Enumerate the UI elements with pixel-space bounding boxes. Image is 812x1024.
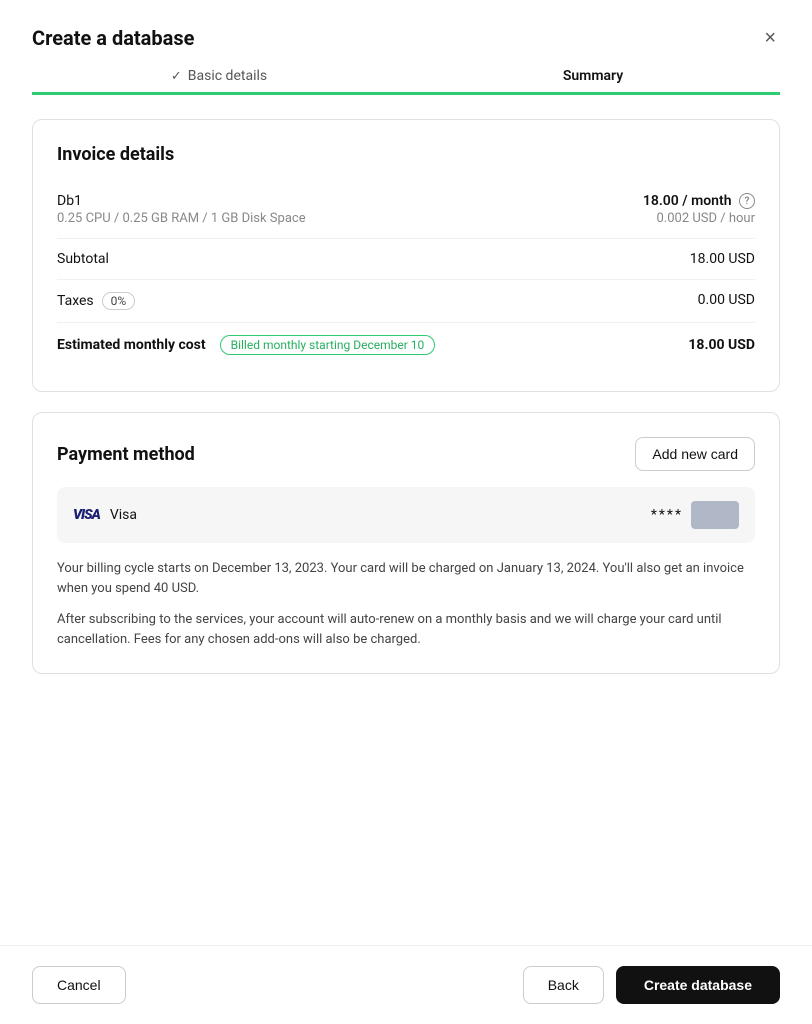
step-basic-details: ✓ Basic details	[32, 68, 406, 84]
db-price: 18.00 / month ?	[643, 193, 755, 209]
estimated-value: 18.00 USD	[688, 337, 755, 353]
estimated-row: Estimated monthly cost Billed monthly st…	[57, 322, 755, 367]
subtotal-value: 18.00 USD	[690, 251, 755, 267]
close-button[interactable]: ×	[760, 24, 780, 52]
taxes-value: 0.00 USD	[698, 292, 755, 308]
auto-renew-note: After subscribing to the services, your …	[57, 610, 755, 649]
db-name: Db1	[57, 193, 306, 209]
visa-logo: VISA	[73, 507, 100, 523]
db-hourly: 0.002 USD / hour	[643, 211, 755, 226]
add-card-button[interactable]: Add new card	[635, 437, 755, 471]
step1-check-icon: ✓	[171, 69, 182, 84]
card-item-left: VISA Visa	[73, 507, 137, 523]
card-label: Visa	[110, 507, 137, 523]
invoice-db-right: 18.00 / month ? 0.002 USD / hour	[643, 193, 755, 226]
footer-left: Cancel	[32, 966, 126, 1004]
create-database-button[interactable]: Create database	[616, 966, 780, 1004]
card-dots: ****	[651, 507, 683, 523]
invoice-db-row: Db1 0.25 CPU / 0.25 GB RAM / 1 GB Disk S…	[57, 181, 755, 238]
create-database-dialog: Create a database × ✓ Basic details Summ…	[0, 0, 812, 1024]
card-last4-box	[691, 501, 739, 529]
back-button[interactable]: Back	[523, 966, 604, 1004]
subtotal-row: Subtotal 18.00 USD	[57, 238, 755, 279]
invoice-title: Invoice details	[57, 144, 755, 165]
subtotal-label: Subtotal	[57, 251, 109, 267]
db-specs: 0.25 CPU / 0.25 GB RAM / 1 GB Disk Space	[57, 211, 306, 226]
invoice-card: Invoice details Db1 0.25 CPU / 0.25 GB R…	[32, 119, 780, 392]
billing-note: Your billing cycle starts on December 13…	[57, 559, 755, 598]
invoice-db-left: Db1 0.25 CPU / 0.25 GB RAM / 1 GB Disk S…	[57, 193, 306, 226]
card-item-right: ****	[651, 501, 739, 529]
step2-label: Summary	[563, 68, 623, 84]
step1-label: Basic details	[188, 68, 267, 84]
info-icon: ?	[739, 193, 755, 209]
taxes-row: Taxes 0% 0.00 USD	[57, 279, 755, 322]
visa-card-item: VISA Visa ****	[57, 487, 755, 543]
billed-badge: Billed monthly starting December 10	[220, 335, 436, 355]
taxes-label: Taxes	[57, 293, 94, 309]
estimated-label: Estimated monthly cost	[57, 337, 206, 353]
cancel-button[interactable]: Cancel	[32, 966, 126, 1004]
estimated-left: Estimated monthly cost Billed monthly st…	[57, 335, 435, 355]
tax-badge: 0%	[102, 292, 136, 310]
dialog-title: Create a database	[32, 26, 194, 50]
payment-title: Payment method	[57, 444, 195, 465]
step-summary: Summary	[406, 68, 780, 84]
dialog-footer: Cancel Back Create database	[0, 945, 812, 1024]
payment-card: Payment method Add new card VISA Visa **…	[32, 412, 780, 674]
dialog-header: Create a database ×	[0, 0, 812, 68]
dialog-body: Invoice details Db1 0.25 CPU / 0.25 GB R…	[0, 95, 812, 945]
taxes-left: Taxes 0%	[57, 292, 135, 310]
stepper: ✓ Basic details Summary	[0, 68, 812, 84]
payment-header: Payment method Add new card	[57, 437, 755, 471]
footer-right: Back Create database	[523, 966, 780, 1004]
